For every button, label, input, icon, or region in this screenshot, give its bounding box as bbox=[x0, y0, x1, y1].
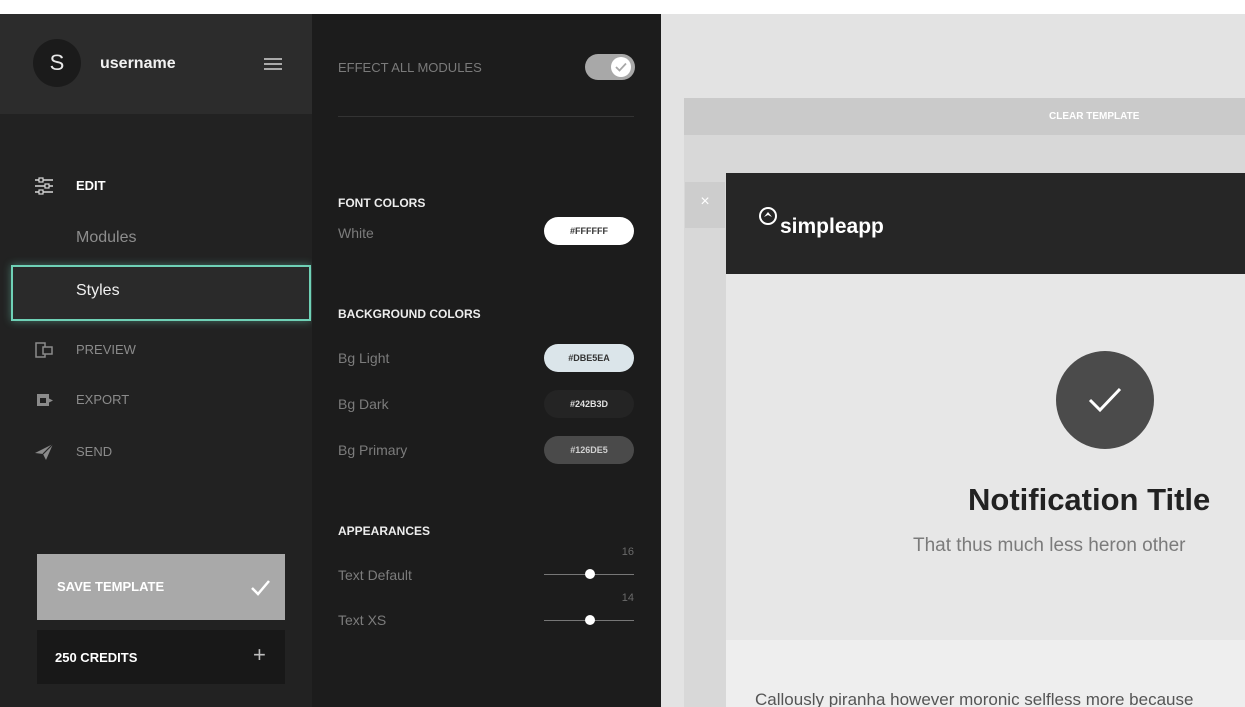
template-preview: CLEAR TEMPLATE × simpleapp Notification … bbox=[661, 14, 1245, 707]
nav-styles-label: Styles bbox=[76, 282, 120, 299]
save-template-label: SAVE TEMPLATE bbox=[57, 579, 165, 594]
notification-subtitle: That thus much less heron other bbox=[913, 535, 1186, 556]
user-bar: S username bbox=[0, 14, 312, 114]
credits-label: 250 CREDITS bbox=[55, 650, 138, 665]
devices-icon bbox=[34, 340, 54, 360]
nav-edit[interactable]: EDIT bbox=[0, 166, 312, 206]
toggle-knob bbox=[611, 57, 631, 77]
text-default-label: Text Default bbox=[338, 567, 412, 583]
plus-icon: + bbox=[253, 642, 266, 667]
appearances-heading: APPEARANCES bbox=[338, 524, 431, 538]
text-xs-label: Text XS bbox=[338, 612, 387, 628]
email-module[interactable]: simpleapp Notification Title That thus m… bbox=[726, 173, 1245, 707]
bg-light-swatch[interactable]: #DBE5EA bbox=[544, 344, 634, 372]
nav-send[interactable]: SEND bbox=[0, 432, 312, 472]
sliders-icon bbox=[34, 176, 54, 196]
checkmark-icon bbox=[249, 576, 271, 598]
email-header: simpleapp bbox=[726, 173, 1245, 274]
credits-button[interactable]: 250 CREDITS + bbox=[37, 630, 285, 684]
avatar[interactable]: S bbox=[33, 39, 81, 87]
background-colors-heading: BACKGROUND COLORS bbox=[338, 307, 481, 321]
effect-all-toggle[interactable] bbox=[585, 54, 635, 80]
save-template-button[interactable]: SAVE TEMPLATE bbox=[37, 554, 285, 620]
bg-light-label: Bg Light bbox=[338, 350, 390, 366]
bg-dark-label: Bg Dark bbox=[338, 396, 389, 412]
bg-primary-label: Bg Primary bbox=[338, 442, 408, 458]
styles-panel: EFFECT ALL MODULES FONT COLORS White #FF… bbox=[312, 14, 661, 707]
nav-preview-label: PREVIEW bbox=[76, 342, 136, 357]
font-color-swatch[interactable]: #FFFFFF bbox=[544, 217, 634, 245]
clear-template-button[interactable]: CLEAR TEMPLATE bbox=[684, 98, 1245, 135]
close-module-button[interactable]: × bbox=[685, 182, 725, 228]
menu-icon[interactable] bbox=[264, 58, 282, 70]
paper-plane-icon bbox=[34, 442, 54, 462]
text-default-slider-handle[interactable] bbox=[585, 569, 595, 579]
success-check-icon bbox=[1056, 351, 1154, 449]
notification-title: Notification Title bbox=[968, 482, 1211, 517]
text-xs-slider-handle[interactable] bbox=[585, 615, 595, 625]
email-body: Callously piranha however moronic selfle… bbox=[726, 640, 1245, 707]
nav-modules[interactable]: Modules bbox=[0, 212, 312, 266]
clear-template-label: CLEAR TEMPLATE bbox=[1049, 111, 1140, 122]
nav-export-label: EXPORT bbox=[76, 392, 130, 407]
text-xs-value: 14 bbox=[621, 592, 634, 604]
nav-modules-label: Modules bbox=[76, 229, 137, 246]
nav-export[interactable]: EXPORT bbox=[0, 380, 312, 420]
panel-divider bbox=[338, 116, 634, 117]
sidebar: S username EDIT Modules Styles PREVIEW E… bbox=[0, 14, 312, 707]
export-icon bbox=[34, 390, 54, 410]
logo-icon bbox=[758, 206, 778, 226]
effect-all-label: EFFECT ALL MODULES bbox=[338, 60, 482, 75]
username: username bbox=[100, 55, 176, 72]
logo-text: simpleapp bbox=[780, 215, 884, 238]
font-colors-heading: FONT COLORS bbox=[338, 196, 426, 210]
font-color-label: White bbox=[338, 225, 374, 241]
email-body-text: Callously piranha however moronic selfle… bbox=[755, 690, 1194, 707]
nav-edit-label: EDIT bbox=[76, 178, 106, 193]
nav-send-label: SEND bbox=[76, 444, 113, 459]
nav-preview[interactable]: PREVIEW bbox=[0, 330, 312, 370]
text-default-value: 16 bbox=[621, 546, 634, 558]
nav-styles[interactable]: Styles bbox=[11, 265, 311, 321]
bg-dark-swatch[interactable]: #242B3D bbox=[544, 390, 634, 418]
bg-primary-swatch[interactable]: #126DE5 bbox=[544, 436, 634, 464]
